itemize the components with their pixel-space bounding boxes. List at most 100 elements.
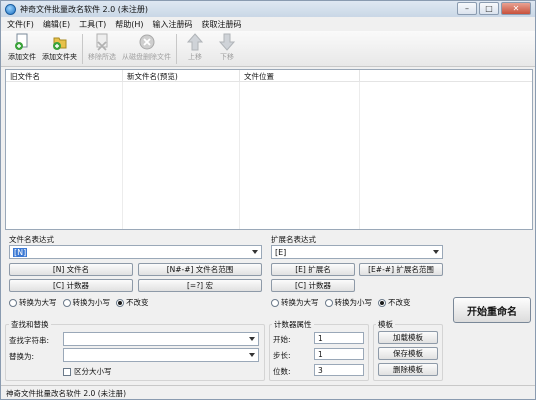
filename-case-options: 转换为大写 转换为小写 不改变 — [9, 297, 149, 308]
menu-bar: 文件(F) 编辑(E) 工具(T) 帮助(H) 输入注册码 获取注册码 — [1, 17, 535, 31]
find-string-combo[interactable] — [63, 332, 259, 346]
replace-label: 替换为: — [9, 352, 35, 361]
ext-upper-option[interactable]: 转换为大写 — [271, 297, 319, 308]
filename-lower-label: 转换为小写 — [72, 298, 111, 307]
chevron-down-icon[interactable] — [249, 337, 255, 341]
chevron-down-icon[interactable] — [252, 250, 258, 254]
menu-file[interactable]: 文件(F) — [7, 19, 34, 30]
title-bar: 神奇文件批量改名软件 2.0 (未注册) – □ ✕ — [1, 1, 535, 17]
filename-lower-option[interactable]: 转换为小写 — [62, 297, 111, 308]
filename-keep-label: 不改变 — [126, 298, 149, 307]
case-sensitive-label: 区分大小写 — [74, 367, 112, 376]
counter-digits-input[interactable]: 3 — [314, 364, 364, 376]
add-folder-button[interactable]: 添加文件夹 — [39, 31, 80, 67]
file-list-header: 旧文件名 新文件名(预览) 文件位置 — [6, 70, 532, 82]
filename-expr-value: [N] — [13, 247, 28, 257]
insert-extension-range-button[interactable]: [E#-#] 扩展名范围 — [359, 263, 443, 276]
col-old-name[interactable]: 旧文件名 — [6, 70, 123, 81]
ext-case-options: 转换为大写 转换为小写 不改变 — [271, 297, 411, 308]
filename-upper-option[interactable]: 转换为大写 — [9, 297, 57, 308]
close-button[interactable]: ✕ — [501, 2, 531, 15]
case-sensitive-option[interactable]: 区分大小写 — [63, 366, 112, 377]
add-file-button[interactable]: 添加文件 — [5, 31, 39, 67]
chevron-down-icon[interactable] — [249, 353, 255, 357]
counter-title: 计数器属性 — [272, 319, 314, 330]
ext-lower-label: 转换为小写 — [334, 298, 373, 307]
arrow-up-icon — [187, 33, 203, 51]
case-sensitive-checkbox[interactable] — [63, 367, 71, 376]
delete-from-disk-button[interactable]: 从磁盘删除文件 — [119, 31, 174, 67]
toolbar-separator — [176, 34, 177, 64]
ext-lower-option[interactable]: 转换为小写 — [324, 297, 373, 308]
file-list-column-divider — [6, 82, 123, 229]
maximize-button[interactable]: □ — [479, 2, 499, 15]
file-list[interactable]: 旧文件名 新文件名(预览) 文件位置 — [5, 69, 533, 230]
ext-expr-value: [E] — [275, 247, 287, 257]
counter-step-input[interactable]: 1 — [314, 348, 364, 360]
filename-upper-label: 转换为大写 — [19, 298, 57, 307]
radio-button[interactable] — [271, 298, 279, 307]
move-down-button[interactable]: 下移 — [211, 31, 243, 67]
insert-filename-range-button[interactable]: [N#-#] 文件名范围 — [138, 263, 262, 276]
counter-step-label: 步长: — [273, 351, 291, 360]
remove-selected-label: 移除所选 — [88, 53, 116, 61]
filename-expr-combo[interactable]: [N] — [9, 245, 262, 259]
window-title: 神奇文件批量改名软件 2.0 (未注册) — [20, 4, 149, 14]
menu-enter-code[interactable]: 输入注册码 — [153, 19, 193, 30]
add-folder-icon — [52, 37, 66, 50]
insert-ext-counter-button[interactable]: [C] 计数器 — [271, 279, 355, 292]
window-controls: – □ ✕ — [457, 2, 531, 15]
status-bar: 神奇文件批量改名软件 2.0 (未注册) — [1, 385, 535, 399]
replace-with-combo[interactable] — [63, 348, 259, 362]
menu-tools[interactable]: 工具(T) — [79, 19, 106, 30]
ext-expr-title: 扩展名表达式 — [271, 235, 316, 244]
delete-icon — [139, 34, 154, 50]
template-title: 模板 — [376, 319, 395, 330]
counter-start-input[interactable]: 1 — [314, 332, 364, 344]
ext-upper-label: 转换为大写 — [281, 298, 319, 307]
remove-selected-button[interactable]: 移除所选 — [85, 31, 119, 67]
minimize-button[interactable]: – — [457, 2, 477, 15]
ext-expr-combo[interactable]: [E] — [271, 245, 443, 259]
toolbar-separator — [82, 34, 83, 64]
app-window: 神奇文件批量改名软件 2.0 (未注册) – □ ✕ 文件(F) 编辑(E) 工… — [0, 0, 536, 400]
file-list-column-divider — [240, 82, 360, 229]
radio-button[interactable] — [62, 298, 71, 307]
save-template-button[interactable]: 保存模板 — [378, 347, 438, 360]
add-folder-label: 添加文件夹 — [42, 53, 77, 61]
toolbar: 添加文件 添加文件夹 移除所选 从磁盘删除文件 上移 下移 — [1, 31, 535, 67]
find-label: 查找字符串: — [9, 336, 50, 345]
insert-macro-button[interactable]: [=?] 宏 — [138, 279, 262, 292]
ext-keep-option[interactable]: 不改变 — [378, 297, 411, 308]
add-file-icon — [15, 33, 28, 50]
radio-button[interactable] — [9, 298, 17, 307]
start-rename-button[interactable]: 开始重命名 — [453, 297, 531, 323]
menu-edit[interactable]: 编辑(E) — [43, 19, 70, 30]
app-icon — [5, 3, 16, 15]
add-file-label: 添加文件 — [8, 53, 36, 61]
radio-button[interactable] — [324, 298, 333, 307]
menu-get-code[interactable]: 获取注册码 — [202, 19, 242, 30]
filename-keep-option[interactable]: 不改变 — [116, 297, 149, 308]
file-list-column-divider — [123, 82, 240, 229]
menu-help[interactable]: 帮助(H) — [115, 19, 143, 30]
load-template-button[interactable]: 加载模板 — [378, 331, 438, 344]
delete-from-disk-label: 从磁盘删除文件 — [122, 53, 171, 61]
insert-counter-button[interactable]: [C] 计数器 — [9, 279, 133, 292]
insert-filename-button[interactable]: [N] 文件名 — [9, 263, 133, 276]
insert-extension-button[interactable]: [E] 扩展名 — [271, 263, 355, 276]
col-location[interactable]: 文件位置 — [240, 70, 360, 81]
counter-start-label: 开始: — [273, 335, 291, 344]
radio-button-selected[interactable] — [378, 298, 386, 307]
radio-button-selected[interactable] — [116, 298, 124, 307]
chevron-down-icon[interactable] — [433, 250, 439, 254]
arrow-down-icon — [219, 33, 235, 51]
delete-template-button[interactable]: 删除模板 — [378, 363, 438, 376]
file-list-body — [6, 82, 532, 229]
remove-file-icon — [96, 33, 108, 51]
col-new-name[interactable]: 新文件名(预览) — [123, 70, 240, 81]
ext-keep-label: 不改变 — [388, 298, 411, 307]
move-up-label: 上移 — [188, 53, 202, 61]
move-up-button[interactable]: 上移 — [179, 31, 211, 67]
find-replace-title: 查找和替换 — [9, 319, 51, 330]
